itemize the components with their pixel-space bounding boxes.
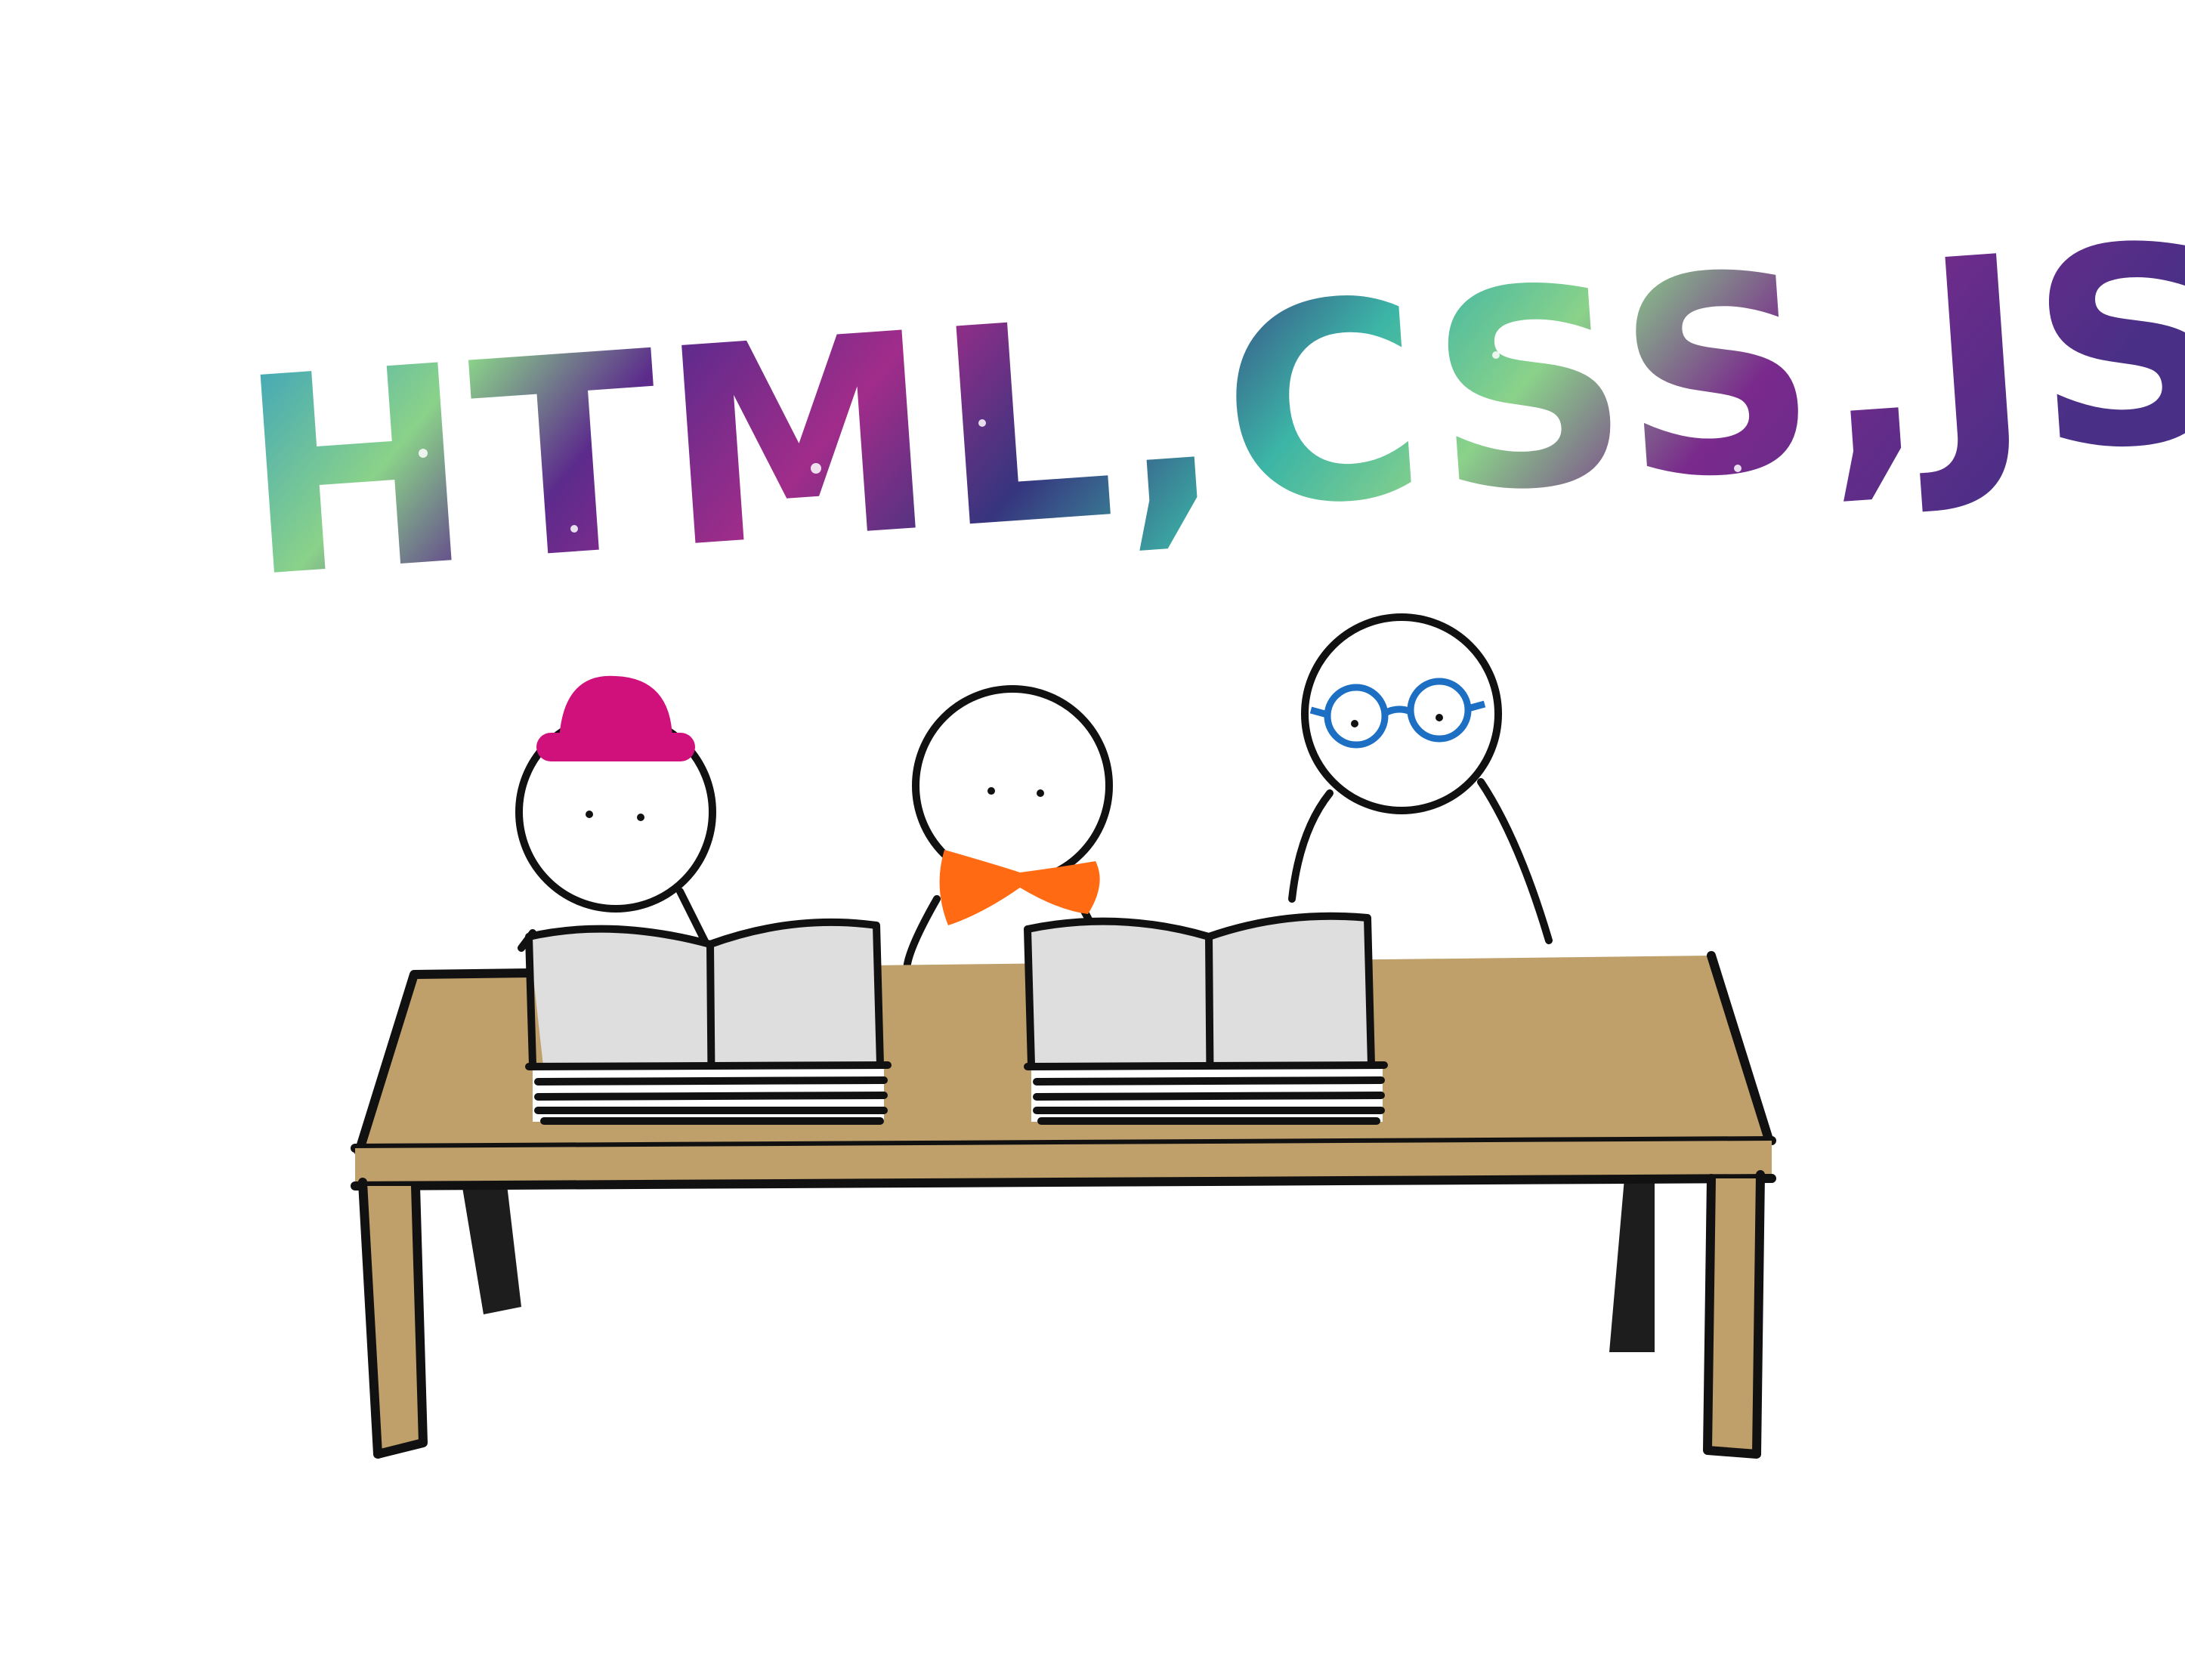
figure-with-glasses (1288, 613, 1553, 944)
book-pages (525, 1061, 892, 1125)
illustration: HTML,CSS,JS (232, 184, 2185, 1459)
title-text: HTML,CSS,JS (232, 184, 2185, 638)
figure-with-hat (515, 675, 716, 952)
glasses-icon (1309, 678, 1486, 749)
title: HTML,CSS,JS (232, 184, 2185, 638)
open-book-icon (1024, 912, 1388, 1125)
book-pages (1024, 1061, 1388, 1125)
open-book-icon (525, 918, 892, 1125)
hat-icon (536, 675, 695, 761)
table-back-legs (461, 1178, 1655, 1352)
